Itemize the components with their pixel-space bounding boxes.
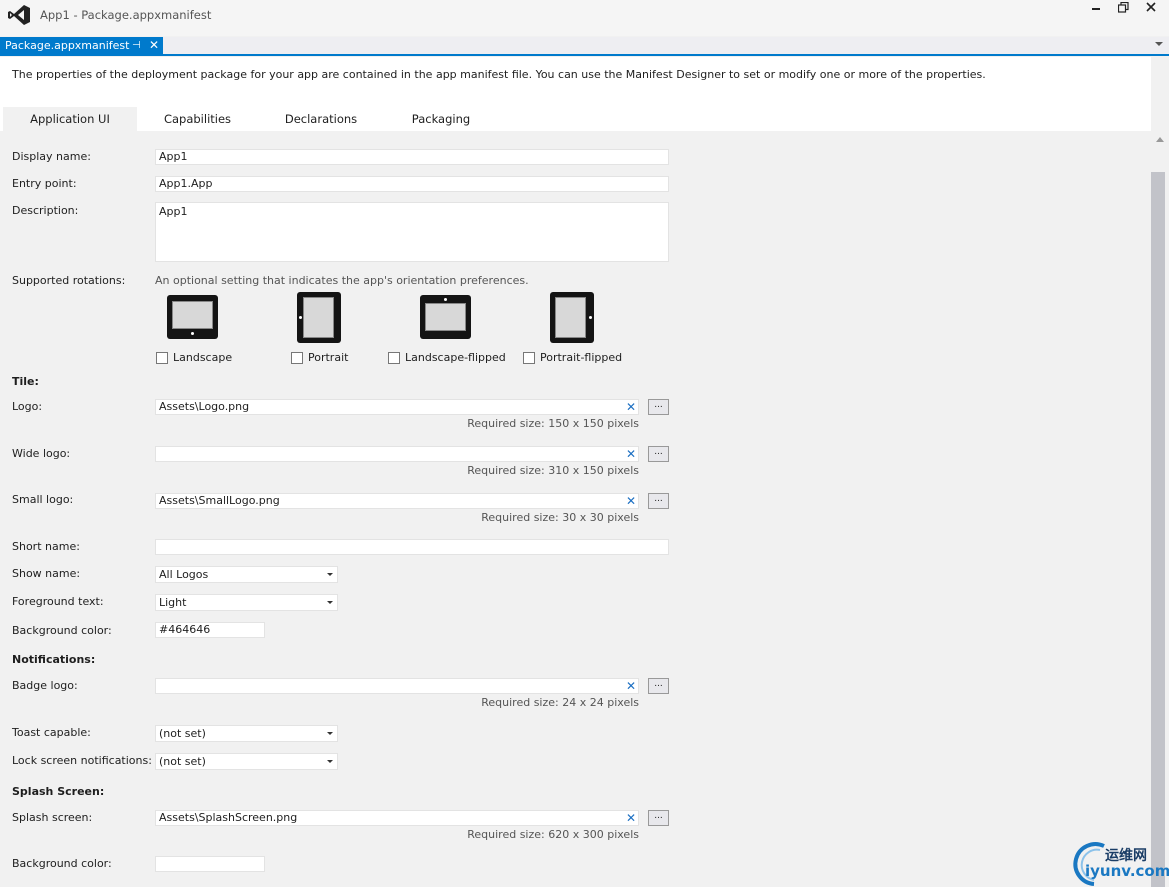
portrait-flipped-checkbox[interactable] [523, 352, 535, 364]
clear-logo-icon[interactable]: ✕ [626, 400, 636, 414]
tile-section-heading: Tile: [12, 375, 39, 388]
tab-capabilities[interactable]: Capabilities [140, 107, 255, 131]
lock-screen-notifications-label: Lock screen notifications: [12, 754, 152, 767]
toast-capable-dropdown[interactable]: (not set) [155, 725, 338, 742]
close-window-button[interactable] [1140, 0, 1162, 14]
display-name-label: Display name: [12, 150, 91, 163]
lock-screen-notifications-value: (not set) [159, 755, 206, 768]
watermark-url-text: iyunv.com [1085, 862, 1169, 880]
logo-required-size: Required size: 150 x 150 pixels [467, 417, 639, 430]
scroll-up-arrow-icon[interactable] [1156, 137, 1164, 142]
splash-screen-label: Splash screen: [12, 811, 93, 824]
close-icon [1146, 2, 1156, 12]
logo-label: Logo: [12, 400, 43, 413]
close-tab-icon[interactable]: ✕ [149, 37, 159, 54]
minimize-icon [1092, 8, 1100, 10]
document-tab[interactable]: Package.appxmanifest ⊣ ✕ [0, 37, 163, 54]
background-color-label: Background color: [12, 624, 112, 637]
splash-screen-section-heading: Splash Screen: [12, 785, 105, 798]
splash-screen-field[interactable]: Assets\SplashScreen.png [155, 810, 639, 826]
entry-point-label: Entry point: [12, 177, 77, 190]
restore-icon [1117, 1, 1129, 13]
toast-capable-label: Toast capable: [12, 726, 91, 739]
landscape-checkbox[interactable] [156, 352, 168, 364]
clear-small-logo-icon[interactable]: ✕ [626, 494, 636, 508]
browse-badge-logo-button[interactable]: ... [648, 678, 669, 694]
notifications-section-heading: Notifications: [12, 653, 96, 666]
small-logo-label: Small logo: [12, 493, 74, 506]
show-name-label: Show name: [12, 567, 81, 580]
splash-screen-required-size: Required size: 620 x 300 pixels [467, 828, 639, 841]
background-color-field[interactable]: #464646 [155, 622, 265, 638]
window-title: App1 - Package.appxmanifest [40, 8, 212, 22]
browse-logo-button[interactable]: ... [648, 399, 669, 415]
portrait-device-icon [297, 292, 341, 343]
landscape-flipped-checkbox-label: Landscape-flipped [405, 351, 506, 364]
portrait-flipped-device-icon [550, 292, 594, 343]
vertical-scrollbar[interactable] [1151, 57, 1169, 887]
landscape-flipped-device-icon [420, 295, 471, 339]
splash-background-color-label: Background color: [12, 857, 112, 870]
chevron-down-icon [327, 573, 333, 576]
supported-rotations-label: Supported rotations: [12, 274, 126, 287]
lock-screen-notifications-dropdown[interactable]: (not set) [155, 753, 338, 770]
small-logo-field[interactable]: Assets\SmallLogo.png [155, 493, 639, 509]
show-name-dropdown[interactable]: All Logos [155, 566, 338, 583]
browse-small-logo-button[interactable]: ... [648, 493, 669, 509]
portrait-checkbox-label: Portrait [308, 351, 349, 364]
chevron-down-icon [327, 760, 333, 763]
small-logo-required-size: Required size: 30 x 30 pixels [481, 511, 639, 524]
show-name-value: All Logos [159, 568, 209, 581]
title-bar: App1 - Package.appxmanifest [0, 0, 1169, 36]
tab-packaging[interactable]: Packaging [386, 107, 496, 131]
browse-wide-logo-button[interactable]: ... [648, 446, 669, 462]
landscape-checkbox-label: Landscape [173, 351, 233, 364]
landscape-flipped-checkbox[interactable] [388, 352, 400, 364]
foreground-text-dropdown[interactable]: Light [155, 594, 338, 611]
splash-background-color-field[interactable] [155, 856, 265, 872]
clear-badge-logo-icon[interactable]: ✕ [626, 679, 636, 693]
manifest-description-text: The properties of the deployment package… [12, 68, 986, 81]
clear-splash-screen-icon[interactable]: ✕ [626, 811, 636, 825]
pin-icon[interactable]: ⊣ [132, 37, 141, 54]
chevron-down-icon [327, 601, 333, 604]
visual-studio-logo-icon [8, 5, 30, 25]
foreground-text-label: Foreground text: [12, 595, 104, 608]
chevron-down-icon [327, 732, 333, 735]
badge-logo-field[interactable] [155, 678, 639, 694]
short-name-field[interactable] [155, 539, 669, 555]
restore-button[interactable] [1112, 0, 1134, 14]
tab-application-ui[interactable]: Application UI [3, 107, 137, 131]
wide-logo-required-size: Required size: 310 x 150 pixels [467, 464, 639, 477]
scroll-thumb[interactable] [1151, 172, 1165, 887]
display-name-field[interactable]: App1 [155, 149, 669, 165]
wide-logo-field[interactable] [155, 446, 639, 462]
badge-logo-label: Badge logo: [12, 679, 78, 692]
wide-logo-label: Wide logo: [12, 447, 71, 460]
entry-point-field[interactable]: App1.App [155, 176, 669, 192]
tab-list-dropdown-icon[interactable] [1155, 42, 1163, 46]
rotations-hint: An optional setting that indicates the a… [155, 274, 529, 287]
tab-declarations[interactable]: Declarations [262, 107, 380, 131]
document-tab-strip: Package.appxmanifest ⊣ ✕ [0, 37, 1169, 56]
logo-field[interactable]: Assets\Logo.png [155, 399, 639, 415]
document-tab-label: Package.appxmanifest [5, 39, 130, 52]
foreground-text-value: Light [159, 596, 187, 609]
short-name-label: Short name: [12, 540, 80, 553]
landscape-device-icon [167, 295, 218, 339]
browse-splash-screen-button[interactable]: ... [648, 810, 669, 826]
portrait-checkbox[interactable] [291, 352, 303, 364]
description-label: Description: [12, 204, 79, 217]
toast-capable-value: (not set) [159, 727, 206, 740]
minimize-button[interactable] [1085, 0, 1107, 14]
badge-logo-required-size: Required size: 24 x 24 pixels [481, 696, 639, 709]
description-textarea[interactable]: App1 [155, 202, 669, 262]
portrait-flipped-checkbox-label: Portrait-flipped [540, 351, 623, 364]
clear-wide-logo-icon[interactable]: ✕ [626, 447, 636, 461]
